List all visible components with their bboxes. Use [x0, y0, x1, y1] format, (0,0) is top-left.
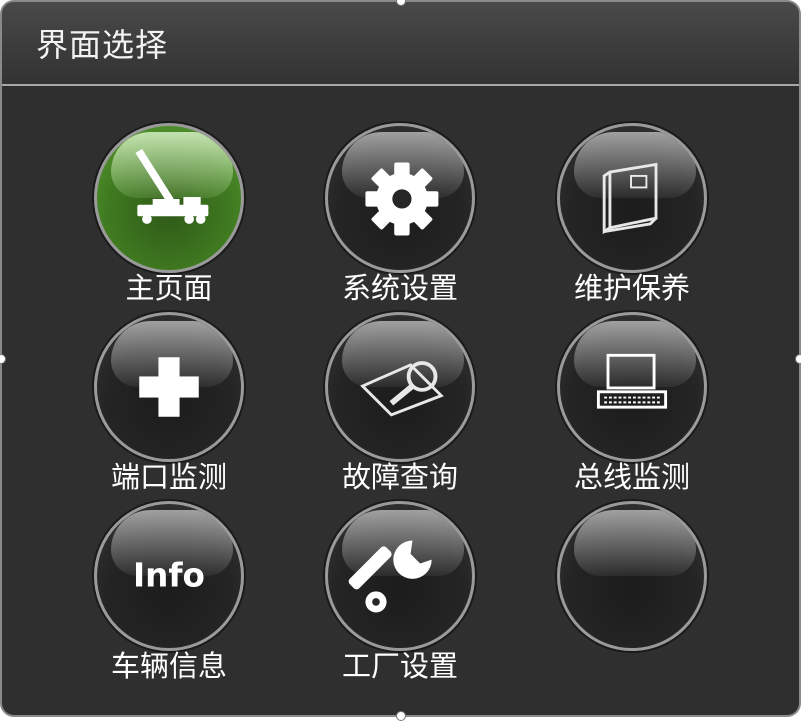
empty-button[interactable]: [557, 501, 707, 651]
maintenance-button[interactable]: [557, 123, 707, 273]
gear-icon: [365, 162, 439, 236]
tile-label: 故障查询: [341, 460, 458, 494]
tile-label: 工厂设置: [341, 649, 458, 683]
factory-settings-button[interactable]: [325, 501, 475, 651]
book-icon: [602, 162, 658, 235]
panel-title: 界面选择: [36, 26, 169, 64]
crane-truck-icon: [135, 149, 209, 224]
tile-label: 主页面: [125, 271, 213, 305]
title-bar: 界面选择: [2, 2, 799, 86]
svg-text:Info: Info: [133, 557, 205, 595]
magnifier-icon: [360, 361, 444, 417]
laptop-icon: [596, 353, 668, 409]
wrench-icon: [348, 540, 432, 613]
tile-label: 车辆信息: [110, 649, 227, 683]
info-icon: Info: [133, 557, 205, 595]
bus-monitor-button[interactable]: [557, 312, 707, 462]
resize-handle-bottom[interactable]: [396, 711, 406, 721]
tile-label: 端口监测: [110, 460, 227, 494]
fault-query-button[interactable]: [325, 312, 475, 462]
vehicle-info-button[interactable]: Info: [94, 501, 244, 651]
main-page-button[interactable]: [94, 123, 244, 273]
plus-icon: [139, 357, 199, 417]
tile-label: 维护保养: [573, 271, 690, 305]
resize-handle-right[interactable]: [795, 354, 801, 364]
system-settings-button[interactable]: [325, 123, 475, 273]
interface-select-panel: 界面选择 主页面 系统设置 维护保养 端口监测 故障查询 总线监测 Info 车…: [0, 0, 801, 717]
port-monitor-button[interactable]: [94, 312, 244, 462]
tile-label: 总线监测: [573, 460, 690, 494]
tile-label: 系统设置: [341, 271, 458, 305]
